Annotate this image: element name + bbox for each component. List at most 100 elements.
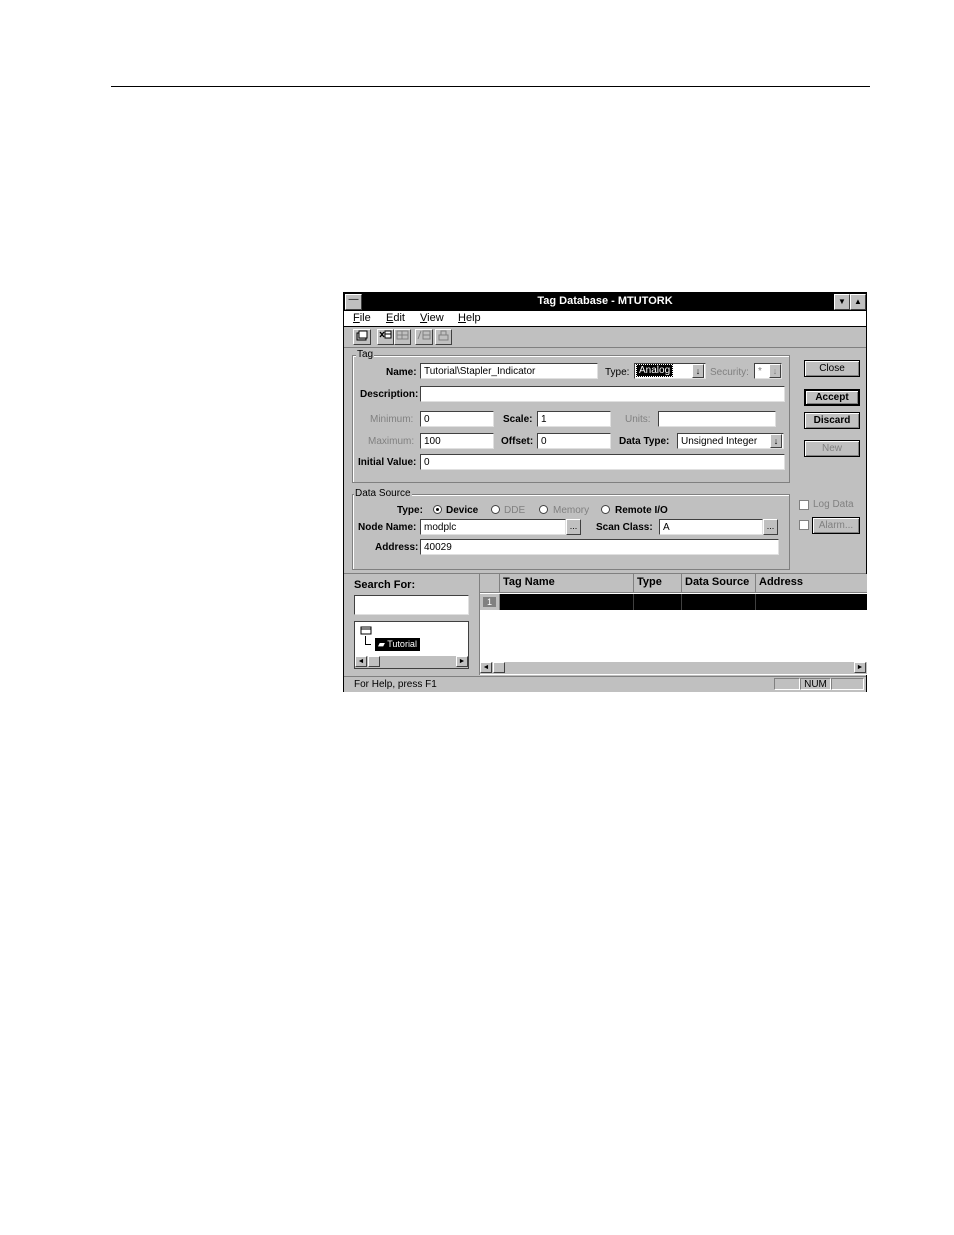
- menu-bar: File Edit View Help: [344, 311, 866, 327]
- status-message: For Help, press F1: [354, 679, 437, 690]
- tag-grid: Tag Name Type Data Source Address 1 ◄ ►: [479, 574, 867, 675]
- radio-memory[interactable]: [539, 505, 548, 514]
- radio-dde-label: DDE: [504, 505, 526, 516]
- units-input[interactable]: [658, 411, 776, 427]
- tag-name-input[interactable]: Tutorial\Stapler_Indicator: [420, 363, 598, 379]
- scale-label: Scale:: [503, 414, 533, 425]
- title-bar: — Tag Database - MTUTORK ▼ ▲: [344, 293, 866, 311]
- type-label: Type:: [605, 367, 630, 378]
- source-type-label: Type:: [397, 505, 423, 516]
- radio-device-label: Device: [446, 505, 479, 516]
- radio-memory-label: Memory: [553, 505, 590, 516]
- close-button[interactable]: Close: [804, 360, 860, 377]
- window-title: Tag Database - MTUTORK: [537, 295, 673, 307]
- menu-edit[interactable]: Edit: [386, 312, 405, 324]
- search-input[interactable]: [354, 595, 469, 615]
- description-label: Description:: [360, 389, 419, 400]
- menu-help[interactable]: Help: [458, 312, 481, 324]
- type-selected-value: Analog: [635, 364, 674, 377]
- tag-group-label: Tag: [356, 349, 375, 360]
- maximum-label: Maximum:: [368, 436, 415, 447]
- status-bar: For Help, press F1 NUM: [344, 676, 866, 692]
- offset-input[interactable]: 0: [537, 433, 611, 449]
- grid-corner-header: [480, 574, 500, 593]
- column-header-type[interactable]: Type: [634, 574, 682, 593]
- maximize-button[interactable]: ▲: [850, 294, 866, 310]
- scroll-left-icon[interactable]: ◄: [355, 656, 367, 667]
- menu-file[interactable]: File: [353, 312, 371, 324]
- open-folder-icon[interactable]: [353, 329, 371, 345]
- column-header-tag-name[interactable]: Tag Name: [500, 574, 634, 593]
- data-type-label: Data Type:: [619, 436, 670, 447]
- address-input[interactable]: 40029: [420, 539, 779, 555]
- security-label: Security:: [710, 367, 749, 378]
- alarm-button[interactable]: Alarm...: [812, 517, 860, 534]
- scan-class-label: Scan Class:: [596, 522, 653, 533]
- security-dropdown-arrow-icon[interactable]: ↓: [769, 364, 781, 378]
- scroll-right-icon[interactable]: ►: [456, 656, 468, 667]
- scan-class-input[interactable]: A: [659, 519, 763, 535]
- description-input[interactable]: [420, 386, 785, 402]
- radio-remote-io[interactable]: [601, 505, 610, 514]
- radio-dde[interactable]: [491, 505, 500, 514]
- type-dropdown-arrow-icon[interactable]: ↓: [692, 364, 704, 378]
- tree-item-tutorial[interactable]: ▰ Tutorial: [375, 638, 420, 651]
- status-panel-scroll: [831, 678, 864, 690]
- scroll-thumb[interactable]: [368, 656, 380, 667]
- scan-class-browse-button[interactable]: ...: [763, 519, 778, 535]
- cell-divider: [633, 594, 634, 610]
- column-header-data-source[interactable]: Data Source: [682, 574, 756, 593]
- minimum-input[interactable]: 0: [420, 411, 494, 427]
- tag-database-window: — Tag Database - MTUTORK ▼ ▲ File Edit V…: [343, 292, 867, 692]
- accept-button[interactable]: Accept: [804, 389, 860, 406]
- initial-value-input[interactable]: 0: [420, 454, 785, 470]
- scale-input[interactable]: 1: [537, 411, 611, 427]
- menu-view[interactable]: View: [420, 312, 444, 324]
- discard-button[interactable]: Discard: [804, 412, 860, 429]
- status-panel-num: NUM: [800, 678, 831, 690]
- log-data-checkbox[interactable]: [799, 500, 809, 510]
- radio-remote-io-label: Remote I/O: [615, 505, 668, 516]
- grid-scroll-left-icon[interactable]: ◄: [480, 662, 492, 673]
- grid-icon[interactable]: [394, 329, 411, 345]
- node-name-label: Node Name:: [358, 522, 417, 533]
- cell-divider: [755, 594, 756, 610]
- data-type-select[interactable]: Unsigned Integer: [677, 433, 784, 449]
- tree-branch-line: [365, 636, 371, 645]
- data-type-dropdown-arrow-icon[interactable]: ↓: [770, 434, 782, 448]
- node-name-input[interactable]: modplc: [420, 519, 566, 535]
- row-number[interactable]: 1: [480, 594, 500, 610]
- offset-label: Offset:: [501, 436, 534, 447]
- initial-value-label: Initial Value:: [358, 457, 417, 468]
- tree-item-label: Tutorial: [387, 639, 417, 649]
- data-source-group-label: Data Source: [354, 488, 412, 499]
- address-label: Address:: [375, 542, 419, 553]
- grid-horizontal-scrollbar[interactable]: ◄ ►: [480, 662, 867, 674]
- root-folder-icon[interactable]: [360, 625, 372, 635]
- alarm-checkbox[interactable]: [799, 520, 809, 530]
- print-icon[interactable]: [435, 329, 452, 345]
- delete-tag-icon[interactable]: [377, 329, 394, 345]
- table-icon[interactable]: [415, 329, 433, 345]
- search-for-label: Search For:: [354, 579, 416, 591]
- name-label: Name:: [386, 367, 417, 378]
- log-data-label: Log Data: [813, 499, 854, 510]
- cell-divider: [681, 594, 682, 610]
- minimum-label: Minimum:: [370, 414, 414, 425]
- page-rule: [111, 86, 870, 87]
- maximum-input[interactable]: 100: [420, 433, 494, 449]
- toolbar: [344, 327, 866, 348]
- new-button[interactable]: New: [804, 440, 860, 457]
- open-folder-icon: ▰: [378, 639, 385, 649]
- column-header-address[interactable]: Address: [756, 574, 867, 593]
- status-panel-caps: [774, 678, 800, 690]
- node-name-browse-button[interactable]: ...: [566, 519, 581, 535]
- tag-tree: ▰ Tutorial ◄ ►: [354, 621, 469, 669]
- minimize-button[interactable]: ▼: [834, 294, 850, 310]
- grid-scroll-thumb[interactable]: [493, 662, 505, 673]
- tree-horizontal-scrollbar[interactable]: ◄ ►: [355, 656, 468, 668]
- units-label: Units:: [625, 414, 651, 425]
- table-row[interactable]: [500, 594, 867, 610]
- radio-device[interactable]: [433, 505, 442, 514]
- grid-scroll-right-icon[interactable]: ►: [854, 662, 866, 673]
